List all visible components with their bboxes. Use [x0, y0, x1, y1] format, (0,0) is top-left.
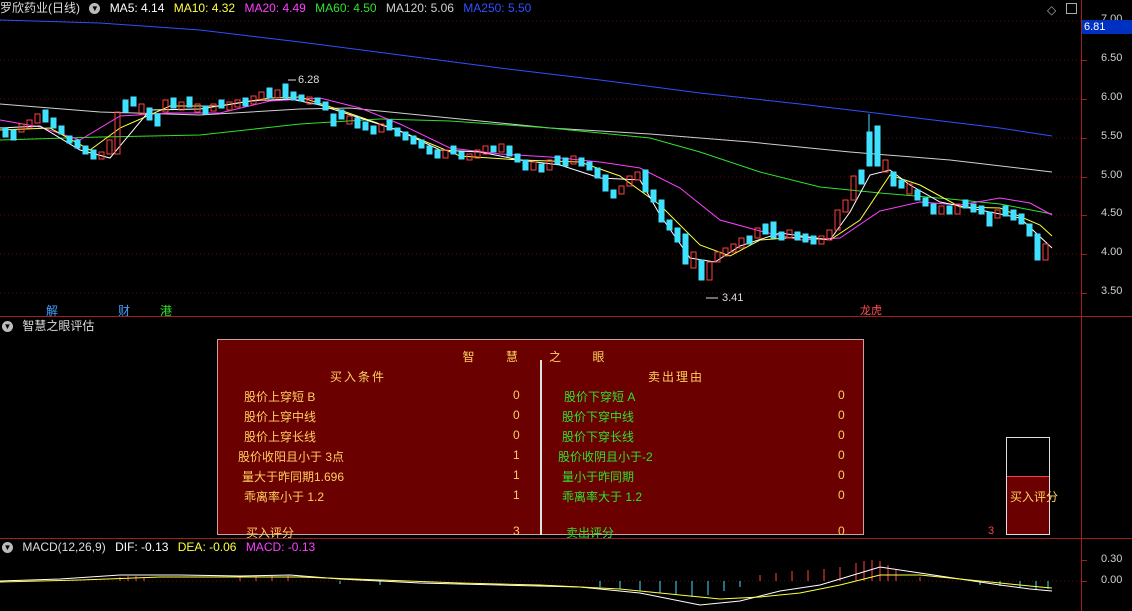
score-bar-fill — [1007, 476, 1049, 534]
score-bar-label: 买入评分 — [1010, 490, 1059, 504]
buy-condition-label: 股价上穿中线 — [244, 410, 317, 424]
macd-dea: DEA: -0.06 — [177, 540, 237, 554]
chevron-down-icon[interactable]: ▼ — [2, 321, 13, 333]
sell-reason-label: 股价收阴且小于-2 — [558, 450, 653, 464]
macd-tick: 0.00 — [1101, 574, 1123, 586]
score-bar: 买入评分 — [1006, 437, 1058, 535]
sell-reason-label: 股价下穿长线 — [562, 430, 635, 444]
buy-conditions-header: 买入条件 — [330, 370, 387, 384]
buy-score-value: 3 — [513, 524, 520, 538]
dif-line — [0, 566, 1053, 606]
macd-histogram — [119, 560, 1049, 597]
indicator-title[interactable]: 智慧之眼评估 — [22, 319, 94, 333]
macd-value: MACD: -0.13 — [245, 540, 316, 554]
buy-condition-label: 量大于昨同期1.696 — [242, 470, 345, 484]
price-tick: 5.50 — [1101, 130, 1123, 142]
macd-dif: DIF: -0.13 — [115, 540, 169, 554]
buy-condition-value: 0 — [513, 428, 520, 442]
sell-reasons-header: 卖出理由 — [648, 370, 705, 384]
macd-title[interactable]: MACD(12,26,9) — [22, 540, 105, 554]
price-tick: 3.50 — [1101, 285, 1123, 297]
kline-chart[interactable] — [0, 0, 1081, 316]
high-price-label: 6.28 — [298, 74, 320, 86]
sell-reason-label: 股价下穿中线 — [562, 410, 635, 424]
sell-reason-value: 0 — [838, 388, 845, 402]
macd-tick: 0.30 — [1101, 553, 1123, 565]
macd-chart[interactable] — [0, 555, 1081, 611]
sell-reason-value: 0 — [838, 488, 845, 502]
price-tick: 4.50 — [1101, 207, 1123, 219]
panel-divider — [540, 360, 542, 535]
sell-score-value: 0 — [838, 524, 845, 538]
macd-header: ▼ MACD(12,26,9) DIF: -0.13 DEA: -0.06 MA… — [0, 539, 321, 555]
price-tick: 5.00 — [1101, 169, 1123, 181]
sell-reason-label: 量小于昨同期 — [562, 470, 635, 484]
sell-reason-value: 0 — [838, 428, 845, 442]
dea-line — [0, 574, 1053, 600]
buy-condition-label: 乖离率小于 1.2 — [244, 490, 325, 504]
buy-condition-value: 1 — [513, 488, 520, 502]
sell-reason-label: 乖离率大于 1.2 — [562, 490, 643, 504]
price-tick: 4.00 — [1101, 246, 1123, 258]
sell-reason-value: 0 — [838, 448, 845, 462]
sell-reason-value: 0 — [838, 468, 845, 482]
price-tick: 6.50 — [1101, 52, 1123, 64]
axis-divider — [1081, 0, 1082, 611]
chevron-down-icon[interactable]: ▼ — [2, 542, 13, 554]
buy-condition-label: 股价上穿长线 — [244, 430, 317, 444]
buy-condition-value: 0 — [513, 408, 520, 422]
buy-condition-value: 0 — [513, 388, 520, 402]
buy-condition-label: 股价上穿短 B — [244, 390, 316, 404]
buy-condition-value: 1 — [513, 448, 520, 462]
price-tick: 6.00 — [1101, 91, 1123, 103]
sell-reason-value: 0 — [838, 408, 845, 422]
buy-condition-value: 1 — [513, 468, 520, 482]
wisdom-eye-panel: 智 慧 之 眼 买入条件 卖出理由 股价上穿短 B 0 股价上穿中线 0 股价上… — [217, 339, 864, 540]
pane-divider — [0, 316, 1132, 317]
current-price-badge: 6.81 — [1082, 20, 1132, 34]
buy-condition-label: 股价收阳且小于 3点 — [238, 450, 345, 464]
indicator-header: ▼ 智慧之眼评估 — [0, 318, 100, 334]
score-value-label: 3 — [988, 525, 995, 537]
sell-reason-label: 股价下穿短 A — [564, 390, 636, 404]
low-price-label: 3.41 — [722, 292, 744, 304]
